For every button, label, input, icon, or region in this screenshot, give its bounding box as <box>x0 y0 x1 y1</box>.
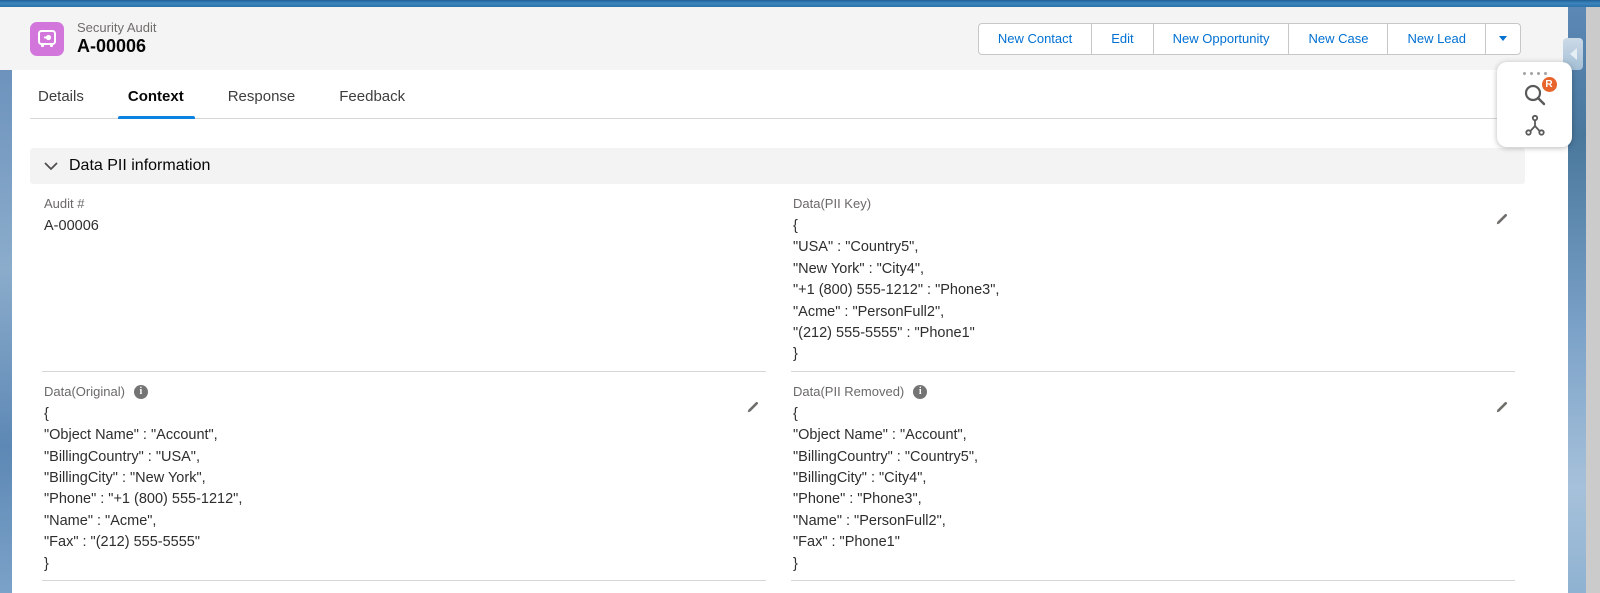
field-audit-number: Audit # A-00006 <box>42 184 766 372</box>
more-actions-button[interactable] <box>1486 23 1521 55</box>
entity-label: Security Audit <box>77 20 157 35</box>
tab-feedback[interactable]: Feedback <box>339 88 405 118</box>
record-identity: Security Audit A-00006 <box>30 20 157 57</box>
field-label-text: Data(Original) <box>44 383 125 401</box>
field-value: { "Object Name" : "Account", "BillingCou… <box>44 404 764 575</box>
record-name: A-00006 <box>77 35 157 57</box>
tab-context[interactable]: Context <box>128 88 184 118</box>
record-action-buttons: New Contact Edit New Opportunity New Cas… <box>978 23 1521 55</box>
vertical-scrollbar[interactable] <box>1586 7 1600 593</box>
edit-pencil-icon[interactable] <box>1495 400 1509 414</box>
widget-hierarchy-button[interactable] <box>1523 113 1547 137</box>
info-icon[interactable]: i <box>913 385 927 399</box>
record-detail-panel: Details Context Response Feedback Data P… <box>12 70 1568 593</box>
field-value: { "USA" : "Country5", "New York" : "City… <box>793 216 1513 366</box>
field-label: Audit # <box>44 195 764 213</box>
record-tabs: Details Context Response Feedback <box>30 70 1525 119</box>
widget-search-button[interactable]: R <box>1522 82 1548 108</box>
field-value: A-00006 <box>44 216 764 237</box>
field-label: Data(Original) i <box>44 383 764 401</box>
field-grid: Audit # A-00006 Data(PII Key) { "USA" : … <box>30 184 1525 581</box>
field-value: { "Object Name" : "Account", "BillingCou… <box>793 404 1513 575</box>
r-badge: R <box>1542 77 1557 92</box>
record-header: Security Audit A-00006 New Contact Edit … <box>0 7 1568 70</box>
field-label-text: Data(PII Removed) <box>793 383 904 401</box>
new-contact-button[interactable]: New Contact <box>978 23 1092 55</box>
hierarchy-icon <box>1523 113 1547 137</box>
security-audit-safe-icon <box>30 22 64 56</box>
field-label: Data(PII Key) <box>793 195 1513 213</box>
new-case-button[interactable]: New Case <box>1289 23 1388 55</box>
edit-pencil-icon[interactable] <box>1495 212 1509 226</box>
widget-drag-handle-icon[interactable] <box>1523 69 1547 77</box>
chevron-left-icon <box>1570 48 1577 60</box>
chevron-down-icon <box>44 162 58 171</box>
new-lead-button[interactable]: New Lead <box>1388 23 1486 55</box>
record-titles: Security Audit A-00006 <box>77 20 157 57</box>
background-strip-left <box>0 70 12 593</box>
new-opportunity-button[interactable]: New Opportunity <box>1154 23 1290 55</box>
field-pii-key: Data(PII Key) { "USA" : "Country5", "New… <box>791 184 1515 372</box>
chevron-down-icon <box>1499 36 1507 41</box>
extension-widget: R <box>1497 62 1572 147</box>
tab-response[interactable]: Response <box>228 88 296 118</box>
field-pii-removed: Data(PII Removed) i { "Object Name" : "A… <box>791 372 1515 581</box>
tab-details[interactable]: Details <box>38 88 84 118</box>
field-data-original: Data(Original) i { "Object Name" : "Acco… <box>42 372 766 581</box>
info-icon[interactable]: i <box>134 385 148 399</box>
section-title: Data PII information <box>69 157 210 175</box>
edit-button[interactable]: Edit <box>1092 23 1153 55</box>
section-header-data-pii[interactable]: Data PII information <box>30 148 1525 184</box>
field-label: Data(PII Removed) i <box>793 383 1513 401</box>
edit-pencil-icon[interactable] <box>746 400 760 414</box>
browser-top-accent-bar <box>0 0 1600 7</box>
